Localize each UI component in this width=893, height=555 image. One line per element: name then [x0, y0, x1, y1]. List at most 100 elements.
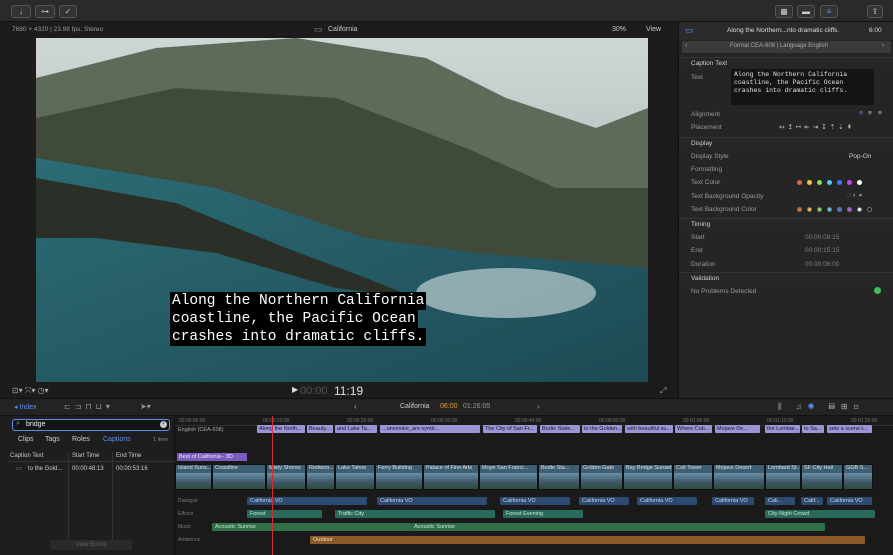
dialogue-clip[interactable]: California VO: [827, 497, 872, 505]
ambience-clip[interactable]: Outdoor: [310, 536, 865, 544]
prev-caption-icon[interactable]: ‹: [685, 42, 687, 49]
end-value[interactable]: 00:00:15:15: [805, 247, 839, 254]
search-field[interactable]: ⌕ bridge ×: [12, 419, 170, 431]
table-row[interactable]: ▭ to the Gold... 00:00:48:13 00:00:53:16: [8, 464, 175, 474]
validation-status: No Problems Detected: [691, 288, 757, 295]
zoom-menu[interactable]: 30%: [612, 26, 626, 33]
placement-controls[interactable]: ↤↥↦⇤⇥↧⇡⇣⇞: [779, 123, 855, 131]
section-validation: Validation: [679, 272, 893, 284]
lane-label: Effects: [178, 511, 194, 517]
color-swatch[interactable]: [837, 207, 842, 212]
color-swatch[interactable]: [827, 180, 832, 185]
color-swatch[interactable]: [807, 180, 812, 185]
effects-clip[interactable]: City Night Crowd: [765, 510, 875, 518]
col-caption-text[interactable]: Caption Text: [10, 453, 43, 459]
color-swatch[interactable]: [847, 207, 852, 212]
bg-color-swatches[interactable]: [797, 207, 892, 213]
search-input[interactable]: bridge: [26, 421, 45, 428]
background-tasks-button[interactable]: ✓: [59, 5, 77, 18]
dialogue-clip[interactable]: California VO: [712, 497, 754, 505]
import-button[interactable]: ↓: [11, 5, 31, 18]
play-button[interactable]: ▶: [292, 385, 298, 394]
align-right-icon[interactable]: ≡: [878, 110, 882, 117]
dialogue-clip[interactable]: Calif...: [801, 497, 823, 505]
tab-tags[interactable]: Tags: [45, 436, 60, 443]
text-bg-color-label: Text Background Color: [691, 206, 757, 213]
browser-view-button[interactable]: ▦: [775, 5, 793, 18]
video-frame: Along the Northern California coastline,…: [36, 38, 648, 382]
view-menu[interactable]: View: [646, 26, 661, 33]
dialogue-clip[interactable]: California VO: [377, 497, 487, 505]
color-swatch[interactable]: [837, 180, 842, 185]
fullscreen-icon[interactable]: ⤢: [660, 386, 666, 396]
text-color-swatches[interactable]: [797, 180, 887, 186]
forward-arrow-icon[interactable]: ›: [537, 402, 540, 411]
playhead[interactable]: [272, 416, 273, 555]
caption-overlay: Along the Northern California coastline,…: [170, 292, 427, 346]
alignment-label: Alignment: [691, 111, 720, 118]
project-time: 06:00: [440, 403, 458, 410]
select-tool-icon[interactable]: ➤▾: [140, 402, 151, 411]
format-bar[interactable]: ‹ Format CEA-608 | Language English ›: [682, 41, 891, 53]
column-divider: [112, 452, 113, 544]
back-arrow-icon[interactable]: ‹: [354, 402, 357, 411]
edit-mode-icons[interactable]: ⊏⊐⊓⊔▾: [64, 402, 114, 411]
start-value[interactable]: 00:00:09:15: [805, 234, 839, 241]
tab-roles[interactable]: Roles: [72, 436, 90, 443]
align-center-icon[interactable]: ≡: [868, 110, 872, 117]
timeline-index: ⌕ bridge × Clips Tags Roles Captions 1 i…: [0, 416, 175, 555]
text-bg-opacity-label: Text Background Opacity: [691, 193, 764, 200]
item-count: 1 item: [153, 437, 168, 443]
row-start: 00:00:48:13: [72, 466, 104, 472]
color-swatch[interactable]: [867, 207, 872, 212]
dialogue-clip[interactable]: California VO: [500, 497, 570, 505]
placement-label: Placement: [691, 124, 722, 131]
col-start-time[interactable]: Start Time: [72, 453, 99, 459]
music-clip[interactable]: Acoustic Sunrise: [411, 523, 825, 531]
format-info: 7680 × 4320 | 23.98 fps, Stereo: [12, 26, 104, 33]
dialogue-clip[interactable]: California VO: [637, 497, 697, 505]
color-swatch[interactable]: [847, 180, 852, 185]
caption-line-3: crashes into dramatic cliffs.: [170, 328, 427, 346]
share-icon[interactable]: ⇪: [867, 5, 883, 18]
display-style-menu[interactable]: Pop-On: [849, 153, 871, 160]
tab-clips[interactable]: Clips: [18, 436, 34, 443]
view-errors-button[interactable]: View Errors: [50, 540, 132, 550]
opacity-options[interactable]: ○ ◐ ●: [847, 192, 862, 199]
timeline-view-button[interactable]: ▬: [797, 5, 815, 18]
effects-clip[interactable]: Traffic City: [335, 510, 495, 518]
section-caption-text: Caption Text: [679, 57, 893, 69]
timeline-toolbar: ◂ Index ⊏⊐⊓⊔▾ ➤▾ ‹ California 06:00 01:2…: [0, 398, 893, 416]
inspector: ▭ Along the Northern...nto dramatic clif…: [678, 22, 893, 398]
align-left-icon[interactable]: ≡: [859, 110, 863, 117]
color-swatch[interactable]: [797, 180, 802, 185]
col-end-time[interactable]: End Time: [116, 453, 141, 459]
top-toolbar: ↓ ⊶ ✓ ▦ ▬ ≡ ⇪: [0, 0, 893, 22]
section-display: Display: [679, 137, 893, 149]
clear-search-icon[interactable]: ×: [160, 421, 167, 428]
next-caption-icon[interactable]: ›: [882, 42, 884, 49]
index-columns: Caption Text Start Time End Time: [8, 452, 175, 462]
dialogue-clip[interactable]: California VO: [247, 497, 367, 505]
dialogue-clip[interactable]: Cali...: [765, 497, 795, 505]
keywords-button[interactable]: ⊶: [35, 5, 55, 18]
check-icon: [874, 287, 881, 294]
dialogue-clip[interactable]: California VO: [579, 497, 629, 505]
color-swatch[interactable]: [817, 207, 822, 212]
color-swatch[interactable]: [827, 207, 832, 212]
effects-clip[interactable]: Forest: [247, 510, 322, 518]
timeline-options[interactable]: ⫼ ♫◉ ▤⊞⊡: [778, 402, 865, 412]
index-button[interactable]: ◂ Index: [14, 403, 37, 411]
transform-tools[interactable]: ⊡▾ ⤧▾ ◷▾: [12, 386, 49, 396]
color-swatch[interactable]: [857, 180, 862, 185]
effects-clip[interactable]: Forest Evening: [503, 510, 583, 518]
duration-value[interactable]: 00:00:06:00: [805, 261, 839, 268]
music-clip[interactable]: Acoustic Sunrise: [212, 523, 411, 531]
inspector-view-button[interactable]: ≡: [820, 5, 838, 18]
color-swatch[interactable]: [817, 180, 822, 185]
color-swatch[interactable]: [857, 207, 862, 212]
tab-captions[interactable]: Captions: [103, 436, 131, 443]
color-swatch[interactable]: [797, 207, 802, 212]
caption-text-field[interactable]: Along the Northern California coastline,…: [731, 69, 874, 105]
color-swatch[interactable]: [807, 207, 812, 212]
